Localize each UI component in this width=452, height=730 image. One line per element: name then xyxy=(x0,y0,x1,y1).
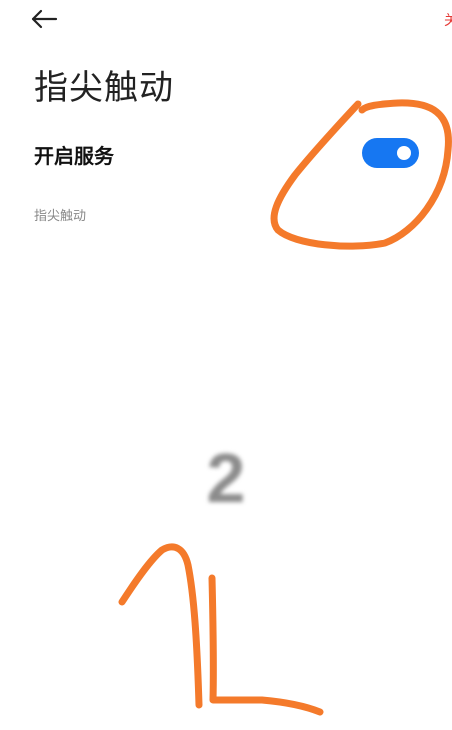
annotation-stroke-left xyxy=(118,543,203,709)
service-row: 开启服务 xyxy=(0,128,452,178)
countdown-number: 2 xyxy=(206,439,246,517)
toggle-knob xyxy=(397,146,411,160)
service-label: 开启服务 xyxy=(34,144,114,168)
back-button[interactable] xyxy=(30,4,66,34)
screen: 关 指尖触动 开启服务 指尖触动 2 xyxy=(0,0,452,730)
annotation-stroke-right xyxy=(208,574,324,716)
service-description: 指尖触动 xyxy=(34,209,87,224)
arrow-left-icon xyxy=(31,9,58,29)
annotation-layer xyxy=(118,99,452,716)
edge-text: 关 xyxy=(444,13,452,29)
service-toggle[interactable] xyxy=(362,138,419,168)
page-title: 指尖触动 xyxy=(34,68,174,108)
